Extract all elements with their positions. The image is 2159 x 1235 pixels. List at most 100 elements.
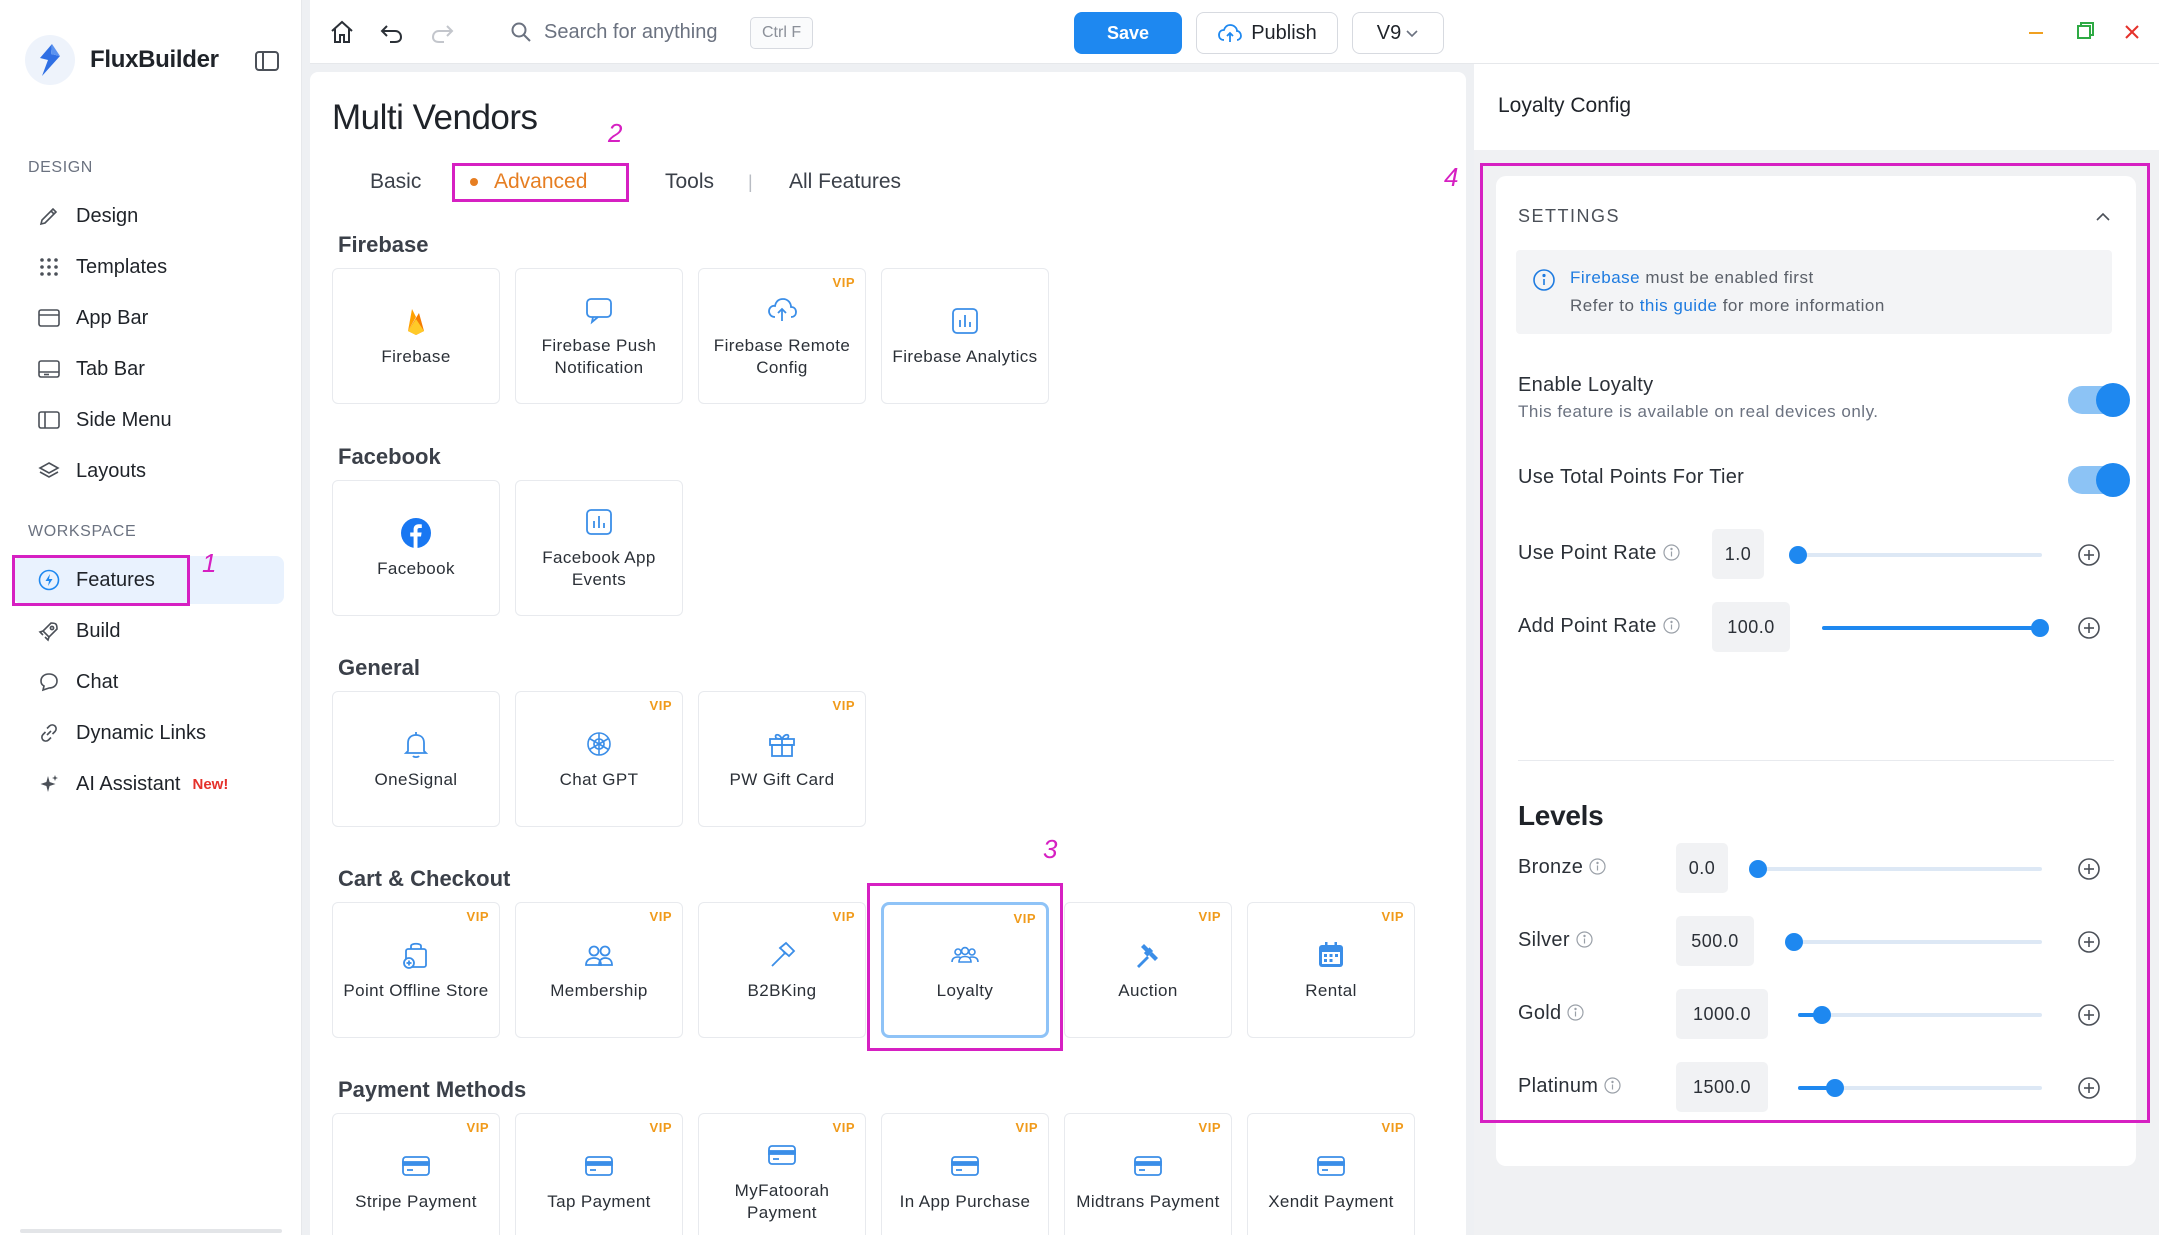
tab-basic[interactable]: Basic [370,170,421,194]
tab-tools[interactable]: Tools [665,170,714,194]
app-name: FluxBuilder [90,46,219,73]
home-icon[interactable] [328,18,356,46]
feature-card-chat-gpt[interactable]: VIP Chat GPT [515,691,683,827]
feature-card-label: Facebook App Events [542,548,656,589]
top-toolbar: Search for anything Ctrl F Save Publish … [310,0,2159,64]
sidebar-item-label: AI Assistant [76,772,181,795]
vip-badge: VIP [1198,1120,1221,1135]
feature-card-stripe-payment[interactable]: VIP Stripe Payment [332,1113,500,1235]
feature-card-label: Firebase Analytics [892,347,1038,366]
annotation-box-2 [452,163,629,202]
feature-card-in-app-purchase[interactable]: VIP In App Purchase [881,1113,1049,1235]
openai-icon [582,727,616,761]
vip-badge: VIP [832,698,855,713]
feature-card-firebase-analytics[interactable]: Firebase Analytics [881,268,1049,404]
feature-card-label: Tap Payment [547,1192,651,1211]
feature-card-midtrans-payment[interactable]: VIP Midtrans Payment [1064,1113,1232,1235]
feature-card-facebook-app-events[interactable]: Facebook App Events [515,480,683,616]
sidebar-item-build[interactable]: Build [14,607,284,655]
tab-separator: | [748,172,753,192]
feature-card-point-offline-store[interactable]: VIP Point Offline Store [332,902,500,1038]
annotation-box-1 [12,555,190,606]
sidebar-item-label: Build [76,619,121,642]
maximize-icon[interactable] [2072,20,2096,44]
feature-card-firebase[interactable]: Firebase [332,268,500,404]
sidebar-item-label: App Bar [76,306,149,329]
feature-card-label: Xendit Payment [1268,1192,1394,1211]
firebase-icon [399,304,433,338]
chat-bubble-icon [582,293,616,327]
feature-card-myfatoorah-payment[interactable]: VIP MyFatoorah Payment [698,1113,866,1235]
card-icon [1131,1149,1165,1183]
feature-card-pw-gift-card[interactable]: VIP PW Gift Card [698,691,866,827]
tab-bar-icon [36,356,62,382]
vip-badge: VIP [1015,1120,1038,1135]
sparkle-icon [36,771,62,797]
sidebar-item-ai-assistant[interactable]: AI Assistant New! [14,760,284,808]
card-icon [582,1149,616,1183]
feature-card-tap-payment[interactable]: VIP Tap Payment [515,1113,683,1235]
sidebar-scrollbar[interactable] [20,1229,282,1233]
feature-card-auction[interactable]: VIP Auction [1064,902,1232,1038]
app-logo-row[interactable]: FluxBuilder [24,34,219,86]
sidebar-item-side-menu[interactable]: Side Menu [14,396,284,444]
annotation-number-2: 2 [608,118,623,148]
vip-badge: VIP [1381,909,1404,924]
sidebar-item-label: Tab Bar [76,357,145,380]
sidebar-item-app-bar[interactable]: App Bar [14,294,284,342]
feature-card-label: MyFatoorah Payment [734,1181,830,1222]
undo-icon[interactable] [378,18,406,46]
publish-button[interactable]: Publish [1196,12,1338,54]
group-title-firebase: Firebase [338,232,429,257]
cloud-upload-icon [1218,24,1243,42]
side-menu-icon [36,407,62,433]
sidebar-item-chat[interactable]: Chat [14,658,284,706]
calendar-icon [1314,938,1348,972]
search-icon [511,22,531,42]
version-select[interactable]: V9 [1352,12,1444,54]
sidebar-toggle-icon[interactable] [254,50,280,72]
vip-badge: VIP [832,275,855,290]
group-title-payment-methods: Payment Methods [338,1077,527,1102]
tab-all-features[interactable]: All Features [789,170,901,194]
app-bar-icon [36,305,62,331]
sidebar-item-label: Design [76,204,139,227]
search-field[interactable]: Search for anything [510,14,717,50]
feature-card-onesignal[interactable]: OneSignal [332,691,500,827]
feature-card-membership[interactable]: VIP Membership [515,902,683,1038]
card-icon [399,1149,433,1183]
redo-icon[interactable] [428,18,456,46]
feature-card-label: Midtrans Payment [1076,1192,1220,1211]
feature-card-firebase-push-notification[interactable]: Firebase Push Notification [515,268,683,404]
feature-card-label: Chat GPT [559,770,639,789]
feature-card-label: Point Offline Store [343,981,489,1000]
feature-card-facebook[interactable]: Facebook [332,480,500,616]
feature-card-label: Rental [1305,981,1357,1000]
feature-card-label: B2BKing [747,981,817,1000]
sidebar: FluxBuilder DESIGN Design Templates App … [0,0,302,1235]
config-panel-title: Loyalty Config [1498,94,1632,117]
card-icon [1314,1149,1348,1183]
feature-card-xendit-payment[interactable]: VIP Xendit Payment [1247,1113,1415,1235]
minimize-icon[interactable] [2024,20,2048,44]
feature-card-b2bking[interactable]: VIP B2BKing [698,902,866,1038]
sidebar-item-label: Templates [76,255,168,278]
sidebar-item-design[interactable]: Design [14,192,284,240]
sidebar-item-layouts[interactable]: Layouts [14,447,284,495]
feature-card-rental[interactable]: VIP Rental [1247,902,1415,1038]
sidebar-item-templates[interactable]: Templates [14,243,284,291]
search-placeholder: Search for anything [544,20,718,43]
sidebar-item-tab-bar[interactable]: Tab Bar [14,345,284,393]
feature-card-label: In App Purchase [899,1192,1031,1211]
brush-icon [36,203,62,229]
feature-card-label: Facebook [377,559,455,578]
feature-card-label: Stripe Payment [355,1192,477,1211]
feature-card-label: Membership [550,981,648,1000]
annotation-box-3 [867,883,1063,1051]
close-icon[interactable] [2120,20,2144,44]
feature-card-firebase-remote-config[interactable]: VIP Firebase Remote Config [698,268,866,404]
vip-badge: VIP [649,909,672,924]
sidebar-item-dynamic-links[interactable]: Dynamic Links [14,709,284,757]
save-button[interactable]: Save [1074,12,1182,54]
vip-badge: VIP [649,1120,672,1135]
